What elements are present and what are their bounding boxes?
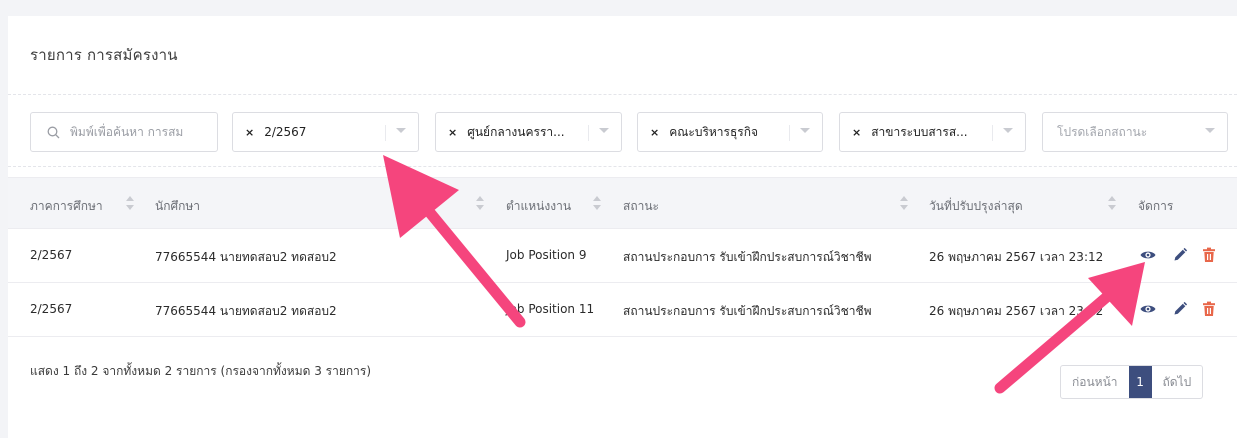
semester-value: 2/2567 [264, 125, 307, 139]
pagination: ก่อนหน้า 1 ถัดไป [1060, 365, 1204, 399]
sort-icon[interactable] [593, 196, 601, 210]
major-select[interactable]: × สาขาระบบสารส... [839, 112, 1026, 152]
cell-status: สถานประกอบการ รับเข้าฝึกประสบการณ์วิชาชี… [623, 304, 872, 318]
column-header-updated[interactable]: วันที่ปรับปรุงล่าสุด [929, 197, 1023, 216]
page-1-button[interactable]: 1 [1128, 366, 1152, 398]
center-select[interactable]: × ศูนย์กลางนครรา... [435, 112, 622, 152]
status-placeholder: โปรดเลือกสถานะ [1057, 124, 1148, 139]
column-header-student[interactable]: นักศึกษา [155, 197, 200, 216]
select-separator [588, 125, 589, 141]
applications-card: รายการ การสมัครงาน พิมพ์เพื่อค้นหา การสม… [8, 16, 1237, 438]
column-header-actions: จัดการ [1138, 199, 1174, 213]
eye-icon[interactable] [1139, 300, 1157, 318]
center-value: ศูนย์กลางนครรา... [467, 124, 565, 139]
pagination-summary: แสดง 1 ถึง 2 จากทั้งหมด 2 รายการ (กรองจา… [30, 364, 372, 378]
chevron-down-icon[interactable] [1205, 128, 1215, 133]
next-page-button[interactable]: ถัดไป [1152, 366, 1203, 398]
chevron-down-icon[interactable] [396, 128, 406, 133]
column-header-position[interactable]: ตำแหน่งงาน [506, 197, 571, 216]
sort-icon[interactable] [900, 196, 908, 210]
remove-center-tag[interactable]: × [448, 126, 457, 139]
cell-position: Job Position 11 [506, 302, 595, 316]
cell-semester: 2/2567 [30, 302, 73, 316]
cell-position: Job Position 9 [506, 248, 587, 262]
pencil-icon[interactable] [1171, 300, 1189, 318]
table-header: ภาคการศึกษา นักศึกษา ตำแหน่งงาน สถานะ วั… [8, 177, 1237, 229]
major-value: สาขาระบบสารส... [871, 124, 968, 139]
eye-icon[interactable] [1139, 246, 1157, 264]
page-title: รายการ การสมัครงาน [30, 46, 178, 64]
column-header-semester[interactable]: ภาคการศึกษา [30, 197, 103, 216]
divider [8, 94, 1237, 95]
search-placeholder: พิมพ์เพื่อค้นหา การสม [70, 124, 184, 139]
prev-page-button[interactable]: ก่อนหน้า [1061, 366, 1129, 398]
chevron-down-icon[interactable] [800, 128, 810, 133]
status-select[interactable]: โปรดเลือกสถานะ [1042, 112, 1228, 152]
faculty-select[interactable]: × คณะบริหารธุรกิจ [637, 112, 823, 152]
select-separator [789, 125, 790, 141]
remove-semester-tag[interactable]: × [245, 126, 254, 139]
chevron-down-icon[interactable] [599, 128, 609, 133]
faculty-value: คณะบริหารธุรกิจ [669, 124, 759, 139]
trash-icon[interactable] [1200, 246, 1218, 264]
search-input[interactable]: พิมพ์เพื่อค้นหา การสม [30, 112, 218, 152]
select-separator [385, 125, 386, 141]
cell-updated: 26 พฤษภาคม 2567 เวลา 23:12 [929, 304, 1104, 318]
cell-status: สถานประกอบการ รับเข้าฝึกประสบการณ์วิชาชี… [623, 250, 872, 264]
chevron-down-icon[interactable] [1003, 128, 1013, 133]
cell-student: 77665544 นายทดสอบ2 ทดสอบ2 [155, 250, 337, 264]
cell-semester: 2/2567 [30, 248, 73, 262]
search-icon [47, 126, 60, 138]
trash-icon[interactable] [1200, 300, 1218, 318]
table-row: 2/2567 77665544 นายทดสอบ2 ทดสอบ2 Job Pos… [8, 283, 1237, 337]
table-row: 2/2567 77665544 นายทดสอบ2 ทดสอบ2 Job Pos… [8, 229, 1237, 283]
sort-icon[interactable] [126, 196, 134, 210]
column-header-status[interactable]: สถานะ [623, 197, 659, 216]
remove-major-tag[interactable]: × [852, 126, 861, 139]
remove-faculty-tag[interactable]: × [650, 126, 659, 139]
sort-icon[interactable] [476, 196, 484, 210]
cell-student: 77665544 นายทดสอบ2 ทดสอบ2 [155, 304, 337, 318]
sort-icon[interactable] [1108, 196, 1116, 210]
pencil-icon[interactable] [1171, 246, 1189, 264]
semester-select[interactable]: × 2/2567 [232, 112, 419, 152]
cell-updated: 26 พฤษภาคม 2567 เวลา 23:12 [929, 250, 1104, 264]
divider [8, 166, 1237, 167]
select-separator [992, 125, 993, 141]
